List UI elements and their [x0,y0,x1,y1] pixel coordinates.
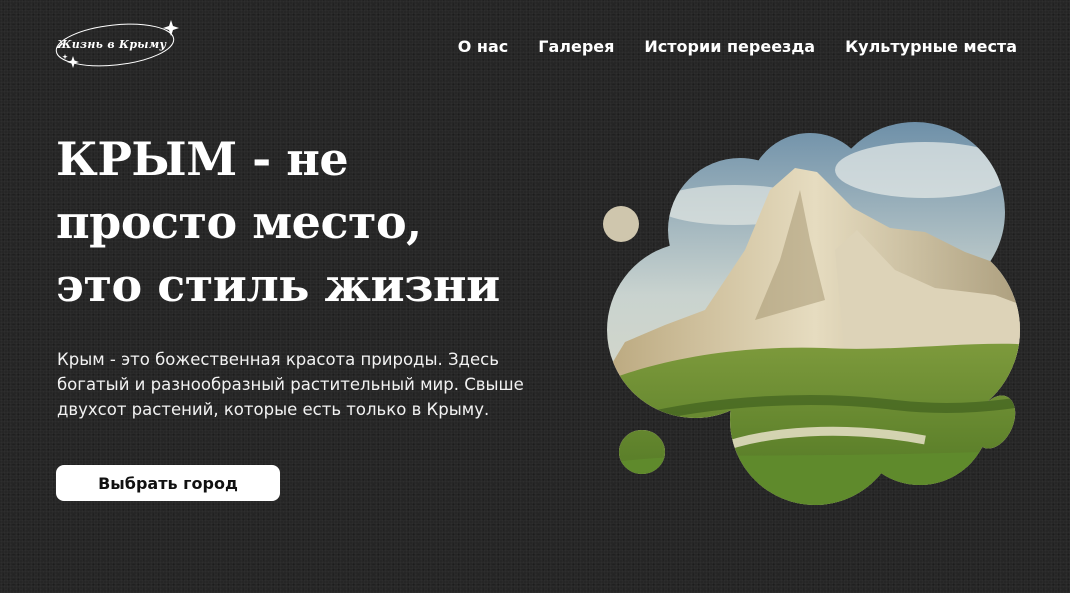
sparkle-icon [62,54,68,60]
logo-text: Жизнь в Крыму [57,38,167,51]
hero-title-line: КРЫМ - не [56,132,349,186]
hero-title-line: просто место, [56,195,422,249]
decor-circle [603,206,639,242]
hero-landscape-image [603,122,1024,505]
nav-gallery[interactable]: Галерея [538,37,614,56]
site-logo[interactable]: Жизнь в Крыму [52,18,182,74]
main-nav: О нас Галерея Истории переезда Культурны… [458,37,1017,56]
choose-city-button[interactable]: Выбрать город [56,465,280,501]
hero-title: КРЫМ - не просто место, это стиль жизни [56,128,556,317]
hero-description: Крым - это божественная красота природы.… [57,350,524,419]
nav-relocation-stories[interactable]: Истории переезда [644,37,815,56]
hero-title-line: это стиль жизни [56,258,500,312]
sparkle-icon [67,56,79,68]
nav-cultural-places[interactable]: Культурные места [845,37,1017,56]
nav-about[interactable]: О нас [458,37,509,56]
sparkle-icon [163,20,179,36]
